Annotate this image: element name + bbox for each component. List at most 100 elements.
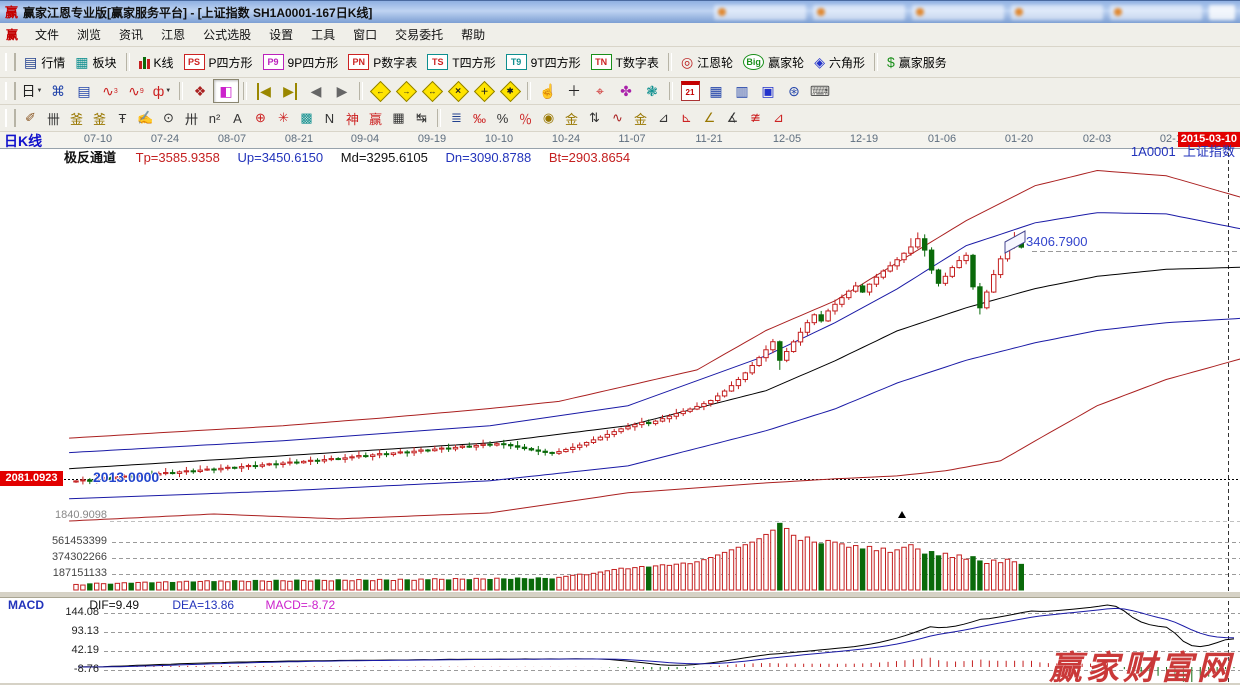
knot-button[interactable]: ⌘: [45, 79, 71, 103]
menu-item-3[interactable]: 江恩: [152, 26, 194, 44]
print-button[interactable]: ⌨: [807, 79, 833, 103]
titlebar-tab-blurred[interactable]: [813, 5, 905, 20]
toolbar-item-sectors[interactable]: ▦板块: [70, 52, 121, 73]
x-lines-button[interactable]: ≇: [744, 107, 767, 129]
menu-item-5[interactable]: 设置: [260, 26, 302, 44]
indicator-panel-button[interactable]: ◧: [213, 79, 239, 103]
shift-right-button[interactable]: →: [393, 79, 419, 103]
compress-button[interactable]: ✕: [445, 79, 471, 103]
menu-item-4[interactable]: 公式选股: [194, 26, 260, 44]
wave-tool-button[interactable]: ∿: [606, 107, 629, 129]
toolbar-grip[interactable]: [5, 82, 16, 100]
menu-item-6[interactable]: 工具: [302, 26, 344, 44]
last-page-button[interactable]: ▶: [277, 79, 303, 103]
n-wave-button[interactable]: Ν: [318, 107, 341, 129]
span-tool-button[interactable]: ↹: [410, 107, 433, 129]
save-button[interactable]: ▣: [755, 79, 781, 103]
gold-circle-button[interactable]: ◉: [537, 107, 560, 129]
titlebar-tab-blurred[interactable]: [912, 5, 1004, 20]
toolbar-item-winner-service[interactable]: $赢家服务: [882, 52, 952, 73]
calculator-button[interactable]: ▦: [703, 79, 729, 103]
web-sync-button[interactable]: ⊛: [781, 79, 807, 103]
permille-button[interactable]: ‰: [468, 107, 491, 129]
hand-pan-icon: ☝: [539, 83, 556, 100]
knot-icon: ⌘: [51, 83, 65, 100]
gann-net-button[interactable]: ✤: [613, 79, 639, 103]
titlebar-tab-blurred[interactable]: [1110, 5, 1202, 20]
zoom-tool-button[interactable]: ⌖: [587, 79, 613, 103]
angle-2-button[interactable]: ∡: [721, 107, 744, 129]
percent-red-button[interactable]: ％: [514, 107, 537, 129]
target-2-button[interactable]: ✳: [272, 107, 295, 129]
menu-item-0[interactable]: 文件: [26, 26, 68, 44]
f-angle-icon: ⊾: [681, 110, 692, 126]
titlebar-tab-blurred[interactable]: [714, 5, 806, 20]
win-tool-button[interactable]: 赢: [364, 107, 387, 129]
pane-divider[interactable]: [0, 591, 1240, 598]
time-grid-button[interactable]: 卌: [42, 107, 65, 129]
memo-button[interactable]: ▥: [729, 79, 755, 103]
menu-item-9[interactable]: 帮助: [452, 26, 494, 44]
levels-button[interactable]: ≣: [445, 107, 468, 129]
pen-button[interactable]: ✍: [134, 107, 157, 129]
toolbar-item-p-table[interactable]: PNP数字表: [343, 52, 422, 73]
calendar-button[interactable]: 21: [677, 79, 703, 103]
smart-tool-button[interactable]: ❃: [639, 79, 665, 103]
gold-ruler-2-button[interactable]: 釜: [88, 107, 111, 129]
zoom-in-diamond-button[interactable]: ＋: [471, 79, 497, 103]
toolbar-item-quotes[interactable]: ▤行情: [19, 52, 70, 73]
menu-item-7[interactable]: 窗口: [344, 26, 386, 44]
number-grid-button[interactable]: ▦: [387, 107, 410, 129]
step-3-button[interactable]: ∿3: [97, 79, 123, 103]
percent-button[interactable]: %: [491, 107, 514, 129]
gold-ruler-1-button[interactable]: 釜: [65, 107, 88, 129]
toolbar-item-9p-square[interactable]: P99P四方形: [258, 52, 344, 73]
toolbar-grip[interactable]: [5, 53, 16, 71]
square-of-nine-button[interactable]: n²: [203, 107, 226, 129]
gold-section-2-button[interactable]: 金: [629, 107, 652, 129]
hand-pan-button[interactable]: ☝: [535, 79, 561, 103]
menu-item-8[interactable]: 交易委托: [386, 26, 452, 44]
next-bar-button[interactable]: ▶: [329, 79, 355, 103]
f-angle-button[interactable]: ⊾: [675, 107, 698, 129]
knife-line-button[interactable]: ✐: [19, 107, 42, 129]
first-page-button[interactable]: ◀: [251, 79, 277, 103]
gold-angle-icon: ∠: [704, 110, 716, 126]
toolbar-item-winner-wheel[interactable]: Big赢家轮: [738, 52, 809, 73]
toolbar-item-t-table[interactable]: TNT数字表: [586, 52, 664, 73]
shen-tool-button[interactable]: 神: [341, 107, 364, 129]
prev-bar-button[interactable]: ◀: [303, 79, 329, 103]
net-button[interactable]: ▩: [295, 107, 318, 129]
expand-horizontal-button[interactable]: ↔: [419, 79, 445, 103]
target-1-button[interactable]: ⊕: [249, 107, 272, 129]
toolbar-label: 行情: [41, 54, 65, 71]
t-ruler-button[interactable]: Ŧ: [111, 107, 134, 129]
gold-section-button[interactable]: 金: [560, 107, 583, 129]
menu-item-1[interactable]: 浏览: [68, 26, 110, 44]
shift-left-button[interactable]: ←: [367, 79, 393, 103]
updown-tool-button[interactable]: ⇅: [583, 107, 606, 129]
toolbar-item-p-square[interactable]: PSP四方形: [179, 52, 258, 73]
bar-grid-button[interactable]: 卅: [180, 107, 203, 129]
star-diamond-button[interactable]: ✱: [497, 79, 523, 103]
circle-tool-button[interactable]: ⊙: [157, 107, 180, 129]
toolbar-item-hexagon[interactable]: ◈六角形: [809, 52, 870, 73]
toolbar-item-t-square[interactable]: TST四方形: [422, 52, 500, 73]
menu-item-2[interactable]: 资讯: [110, 26, 152, 44]
four-angle-button[interactable]: ⊿: [767, 107, 790, 129]
period-day-button[interactable]: 日▼: [19, 79, 45, 103]
j-angle-button[interactable]: ⊿: [652, 107, 675, 129]
step-9-button[interactable]: ∿9: [123, 79, 149, 103]
toolbar-item-9t-square[interactable]: T99T四方形: [501, 52, 586, 73]
toolbar-item-kline[interactable]: K线: [134, 52, 179, 73]
candle-style-button[interactable]: ф▼: [149, 79, 175, 103]
crosshair-button[interactable]: ＋: [561, 79, 587, 103]
titlebar-tab-blurred[interactable]: [1011, 5, 1103, 20]
f10-report-button[interactable]: ▤: [71, 79, 97, 103]
angle-a-button[interactable]: A: [226, 107, 249, 129]
toolbar-grip[interactable]: [5, 109, 16, 127]
channel-tool-button[interactable]: ❖: [187, 79, 213, 103]
gold-angle-button[interactable]: ∠: [698, 107, 721, 129]
titlebar-button-blurred[interactable]: [1209, 5, 1235, 20]
toolbar-item-gann-wheel[interactable]: ◎江恩轮: [676, 52, 738, 73]
